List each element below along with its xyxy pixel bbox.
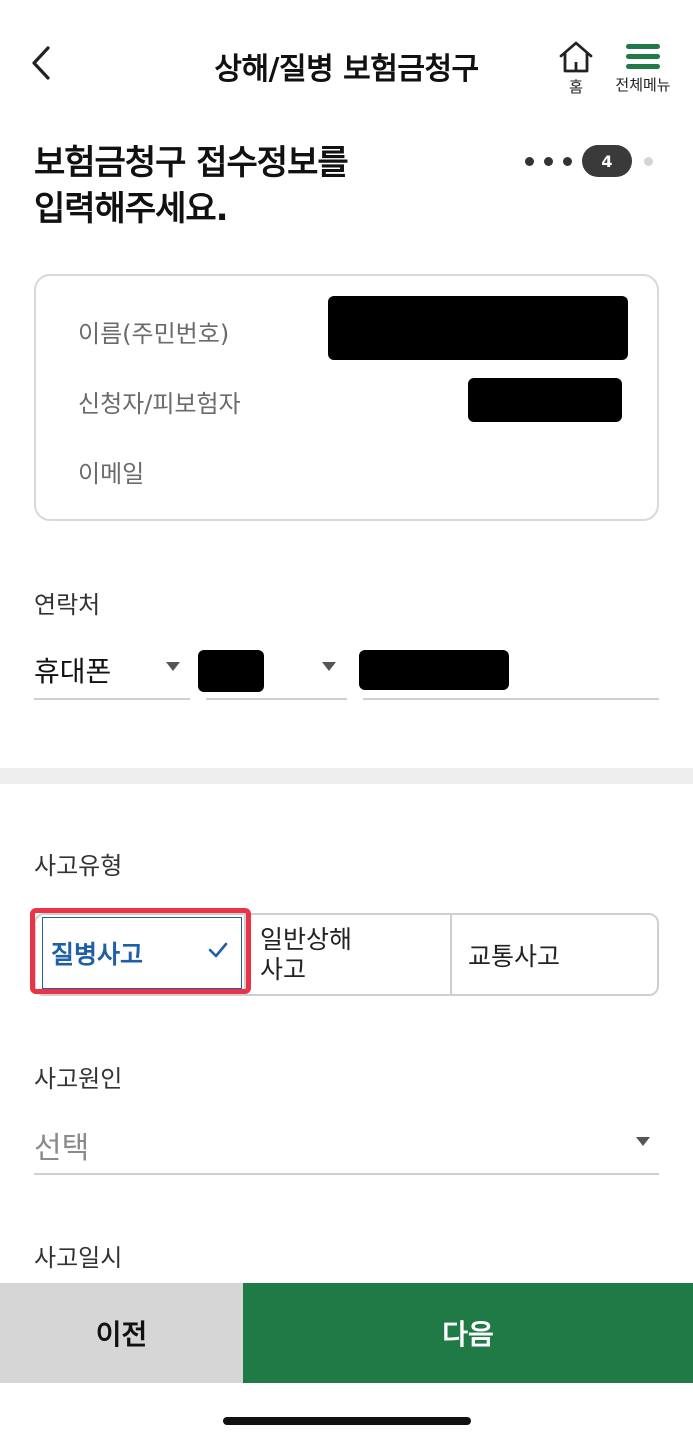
full-menu-button[interactable]: 전체메뉴 (608, 42, 678, 102)
email-label: 이메일 (78, 460, 145, 488)
redacted-phone-number (359, 650, 509, 690)
check-icon (208, 942, 228, 958)
page-heading: 보험금청구 접수정보를 입력해주세요. (34, 143, 349, 229)
contact-label: 연락처 (34, 591, 101, 619)
dropdown-caret-icon (322, 662, 336, 671)
redacted-relation-value (468, 378, 622, 422)
applicant-info-card: 이름(주민번호) 신청자/피보험자 이메일 (34, 274, 659, 521)
step-dot (563, 156, 572, 166)
previous-button[interactable]: 이전 (0, 1283, 243, 1383)
phone-type-value: 휴대폰 (34, 655, 112, 688)
hamburger-menu-icon (626, 44, 660, 69)
dropdown-caret-icon (636, 1137, 650, 1146)
segment-traffic-accident[interactable]: 교통사고 (468, 915, 658, 994)
segment-divider (450, 915, 452, 994)
step-dot (525, 156, 534, 166)
relation-label: 신청자/피보험자 (78, 390, 241, 418)
phone-type-select[interactable]: 휴대폰 (34, 640, 190, 700)
accident-cause-select[interactable]: 선택 (34, 1115, 659, 1175)
name-label: 이름(주민번호) (78, 320, 230, 348)
current-step-badge: 4 (582, 145, 632, 177)
home-button[interactable]: 홈 (552, 40, 600, 100)
app-header: 상해/질병 보험금청구 홈 전체메뉴 (0, 0, 693, 120)
accident-date-label: 사고일시 (34, 1244, 123, 1272)
home-indicator-bar (223, 1417, 471, 1425)
segment-general-injury[interactable]: 일반상해 사고 (260, 915, 450, 994)
segment-disease-accident-label: 질병사고 (51, 940, 144, 969)
redacted-name-value (328, 296, 628, 360)
next-button[interactable]: 다음 (243, 1283, 693, 1383)
phone-prefix-select[interactable] (198, 640, 347, 700)
step-indicator: 4 (525, 144, 653, 178)
home-label: 홈 (569, 78, 583, 96)
accident-cause-label: 사고원인 (34, 1065, 123, 1093)
accident-type-label: 사고유형 (34, 852, 123, 880)
dropdown-caret-icon (166, 662, 180, 671)
segment-disease-accident-selected[interactable]: 질병사고 (30, 908, 251, 994)
accident-cause-placeholder: 선택 (34, 1131, 90, 1166)
section-divider (0, 768, 693, 784)
phone-number-input[interactable] (359, 640, 659, 700)
redacted-phone-prefix (198, 650, 264, 692)
full-menu-label: 전체메뉴 (615, 76, 671, 94)
step-dot (544, 156, 553, 166)
home-icon (559, 41, 593, 73)
step-dot-upcoming (644, 156, 653, 166)
